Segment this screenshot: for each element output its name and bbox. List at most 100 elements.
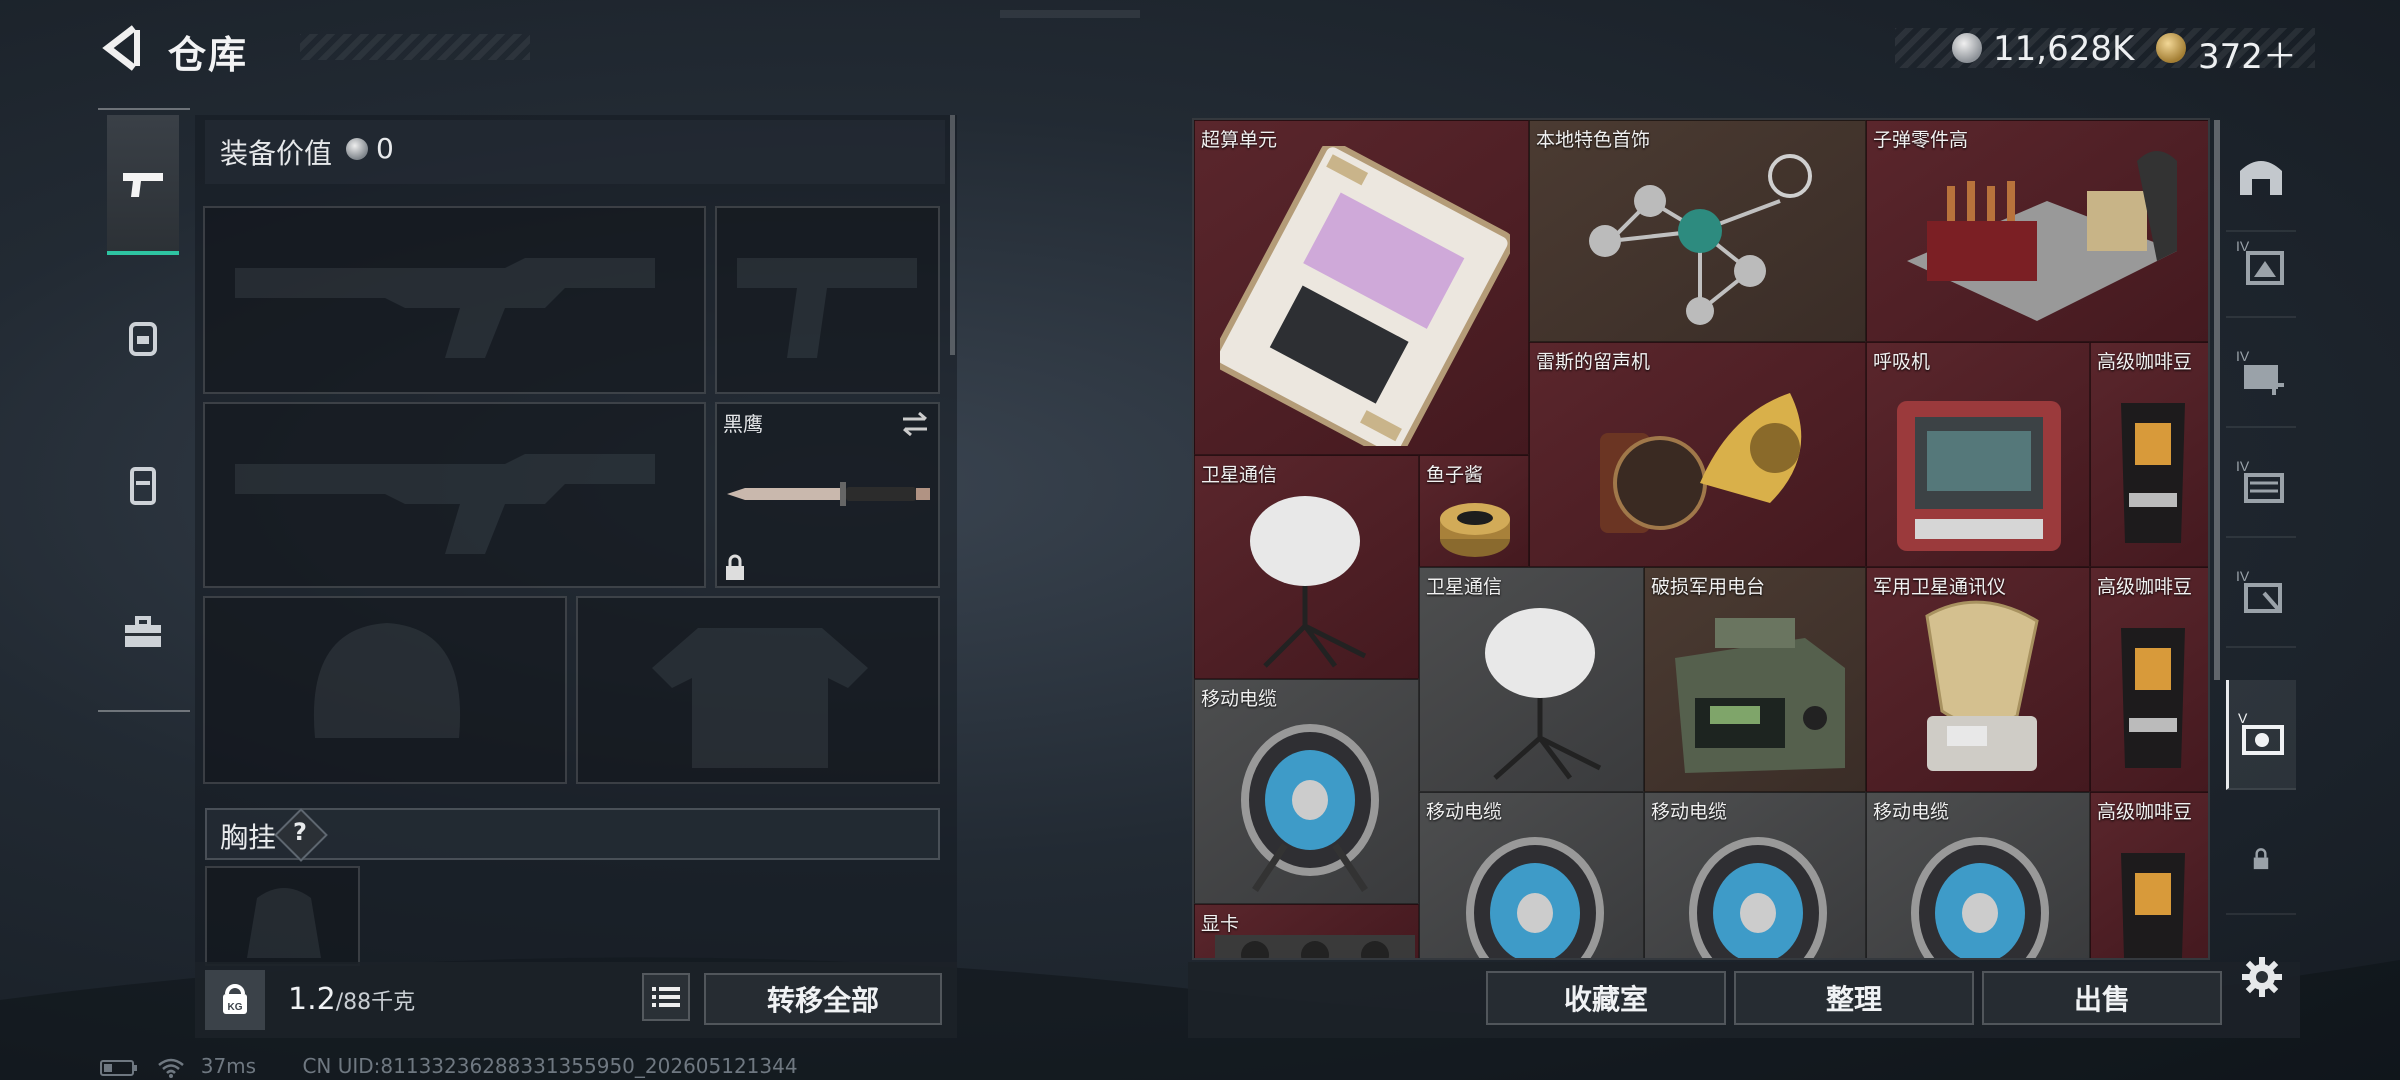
nav-divider-bottom [98,710,190,712]
primary-weapon-slot[interactable] [203,206,706,394]
weight-capacity: /88千克 [335,990,416,1015]
battery-icon [100,1059,137,1076]
stash-item[interactable]: 军用卫星通讯仪 [1866,567,2090,792]
item-label: 高级咖啡豆 [2097,801,2193,823]
satellite-antenna-icon [1925,600,2039,771]
stash-item[interactable]: 雷斯的留声机 [1529,342,1866,567]
rnav-container-5[interactable]: V [2226,680,2296,790]
item-label: 移动电缆 [1201,688,1278,710]
jewelry-icon [1589,154,1812,325]
weight-display: 1.2/88千克 [288,982,415,1017]
ping-text: 37ms [200,1054,257,1078]
nav-tab-weapons[interactable] [107,115,179,255]
organize-button[interactable]: 整理 [1734,971,1974,1025]
stash-item[interactable]: 高级咖啡豆 [2090,567,2208,792]
title-decoration [300,34,530,60]
kg-label: KG [228,1002,243,1013]
stash-item[interactable]: 鱼子酱 [1419,455,1529,567]
uid-text: CN UID:81133236288331355950_202605121344 [302,1054,798,1078]
rnav-container-1[interactable]: IV [2226,208,2296,318]
chest-rig-slot[interactable] [205,866,360,966]
rnav-container-4[interactable]: IV [2226,538,2296,648]
pistol-icon [123,173,163,197]
list-view-button[interactable] [642,973,690,1021]
stash-item[interactable]: 显卡 [1194,904,1419,958]
stash-item[interactable]: 移动电缆 [1644,792,1866,958]
stash-item[interactable]: 移动电缆 [1866,792,2090,958]
chest-rig-label: 胸挂 [220,821,277,854]
status-bar: 37ms CN UID:81133236288331355950_2026051… [100,1054,798,1079]
container-image-icon: IV [2236,238,2284,285]
back-arrow-icon[interactable] [100,22,142,74]
melee-slot[interactable]: 黑鹰 [715,402,940,588]
nav-tab-armor[interactable] [107,415,179,555]
help-icon: ? [293,818,307,846]
rnav-container-3[interactable]: IV [2226,428,2296,538]
body-armor-slot[interactable] [576,596,940,784]
item-label: 移动电缆 [1873,801,1950,823]
item-label: 呼吸机 [1873,351,1931,373]
item-label: 高级咖啡豆 [2097,576,2193,598]
rnav-container-2[interactable]: IV [2226,318,2296,428]
nav-tab-toolbox[interactable] [107,563,179,703]
equipment-value-label: 装备价值 [220,137,333,170]
rifle-placeholder-icon [235,454,655,554]
satellite-dish-icon [1485,608,1602,780]
stash-item[interactable]: 移动电缆 [1194,679,1419,904]
item-label: 鱼子酱 [1426,464,1484,486]
container-files-icon: IV [2236,458,2284,503]
stash-item[interactable]: 移动电缆 [1419,792,1644,958]
page-title: 仓库 [168,33,249,77]
stash-item[interactable]: 高级咖啡豆 [2090,342,2208,567]
item-label: 破损军用电台 [1651,576,1766,598]
helmet-placeholder-icon [313,623,461,738]
stash-item[interactable]: 本地特色首饰 [1529,120,1866,342]
sell-button[interactable]: 出售 [1982,971,2222,1025]
shirt-placeholder-icon [652,628,868,768]
pistol-placeholder-icon [737,258,917,358]
helmet-slot[interactable] [203,596,567,784]
stash-item[interactable]: 卫星通信 [1419,567,1644,792]
svg-text:V: V [2238,710,2248,726]
silver-coin-icon [1952,33,1982,63]
stash-item[interactable]: 卫星通信 [1194,455,1419,679]
item-label: 移动电缆 [1651,801,1728,823]
loadout-scrollbar[interactable] [950,115,955,355]
stash-scrollbar[interactable] [2214,120,2220,680]
secondary-weapon-slot[interactable] [203,402,706,588]
military-radio-icon [1675,618,1845,773]
container-tools-icon: IV [2236,568,2282,613]
rnav-locked-slot [2226,805,2296,915]
lock-icon [726,554,744,580]
caviar-tin-icon [1440,503,1510,557]
gold-currency-amount[interactable]: 372＋ [2198,29,2297,78]
stash-item[interactable]: 超算单元 [1194,120,1529,455]
bullet-parts-box-icon [1907,151,2177,321]
pistol-slot[interactable] [715,206,940,394]
toolbox-icon [125,616,161,647]
stash-item[interactable]: 破损军用电台 [1644,567,1866,792]
ventilator-icon [1897,401,2061,551]
item-label: 卫星通信 [1201,464,1278,486]
coffee-bag-icon [2121,403,2185,543]
nav-divider-top [98,108,190,110]
svg-text:IV: IV [2236,458,2250,474]
chest-rig-placeholder-icon [247,888,321,958]
warehouse-icon [2240,161,2282,195]
transfer-all-button[interactable]: 转移全部 [704,973,942,1025]
stash-grid: 超算单元 本地特色首饰 子弹零件高 雷斯的留声机 呼吸机 高级咖啡豆 卫星通信 … [1192,118,2210,960]
settings-gear-icon[interactable] [2240,955,2284,999]
stash-item[interactable]: 高级咖啡豆 [2090,792,2208,958]
collection-room-button[interactable]: 收藏室 [1486,971,1726,1025]
equipment-value-amount: 0 [376,132,394,165]
swap-icon[interactable] [899,410,931,438]
stash-item[interactable]: 子弹零件高 [1866,120,2208,342]
stash-item[interactable]: 呼吸机 [1866,342,2090,567]
nav-tab-backpack[interactable] [107,268,179,408]
item-label: 雷斯的留声机 [1536,351,1651,373]
item-label: 卫星通信 [1426,576,1503,598]
silver-currency-amount: 11,628K [1993,29,2135,69]
item-label: 高级咖啡豆 [2097,351,2193,373]
supercomputer-board-icon [1220,146,1510,446]
cable-reel-icon [1466,837,1604,958]
